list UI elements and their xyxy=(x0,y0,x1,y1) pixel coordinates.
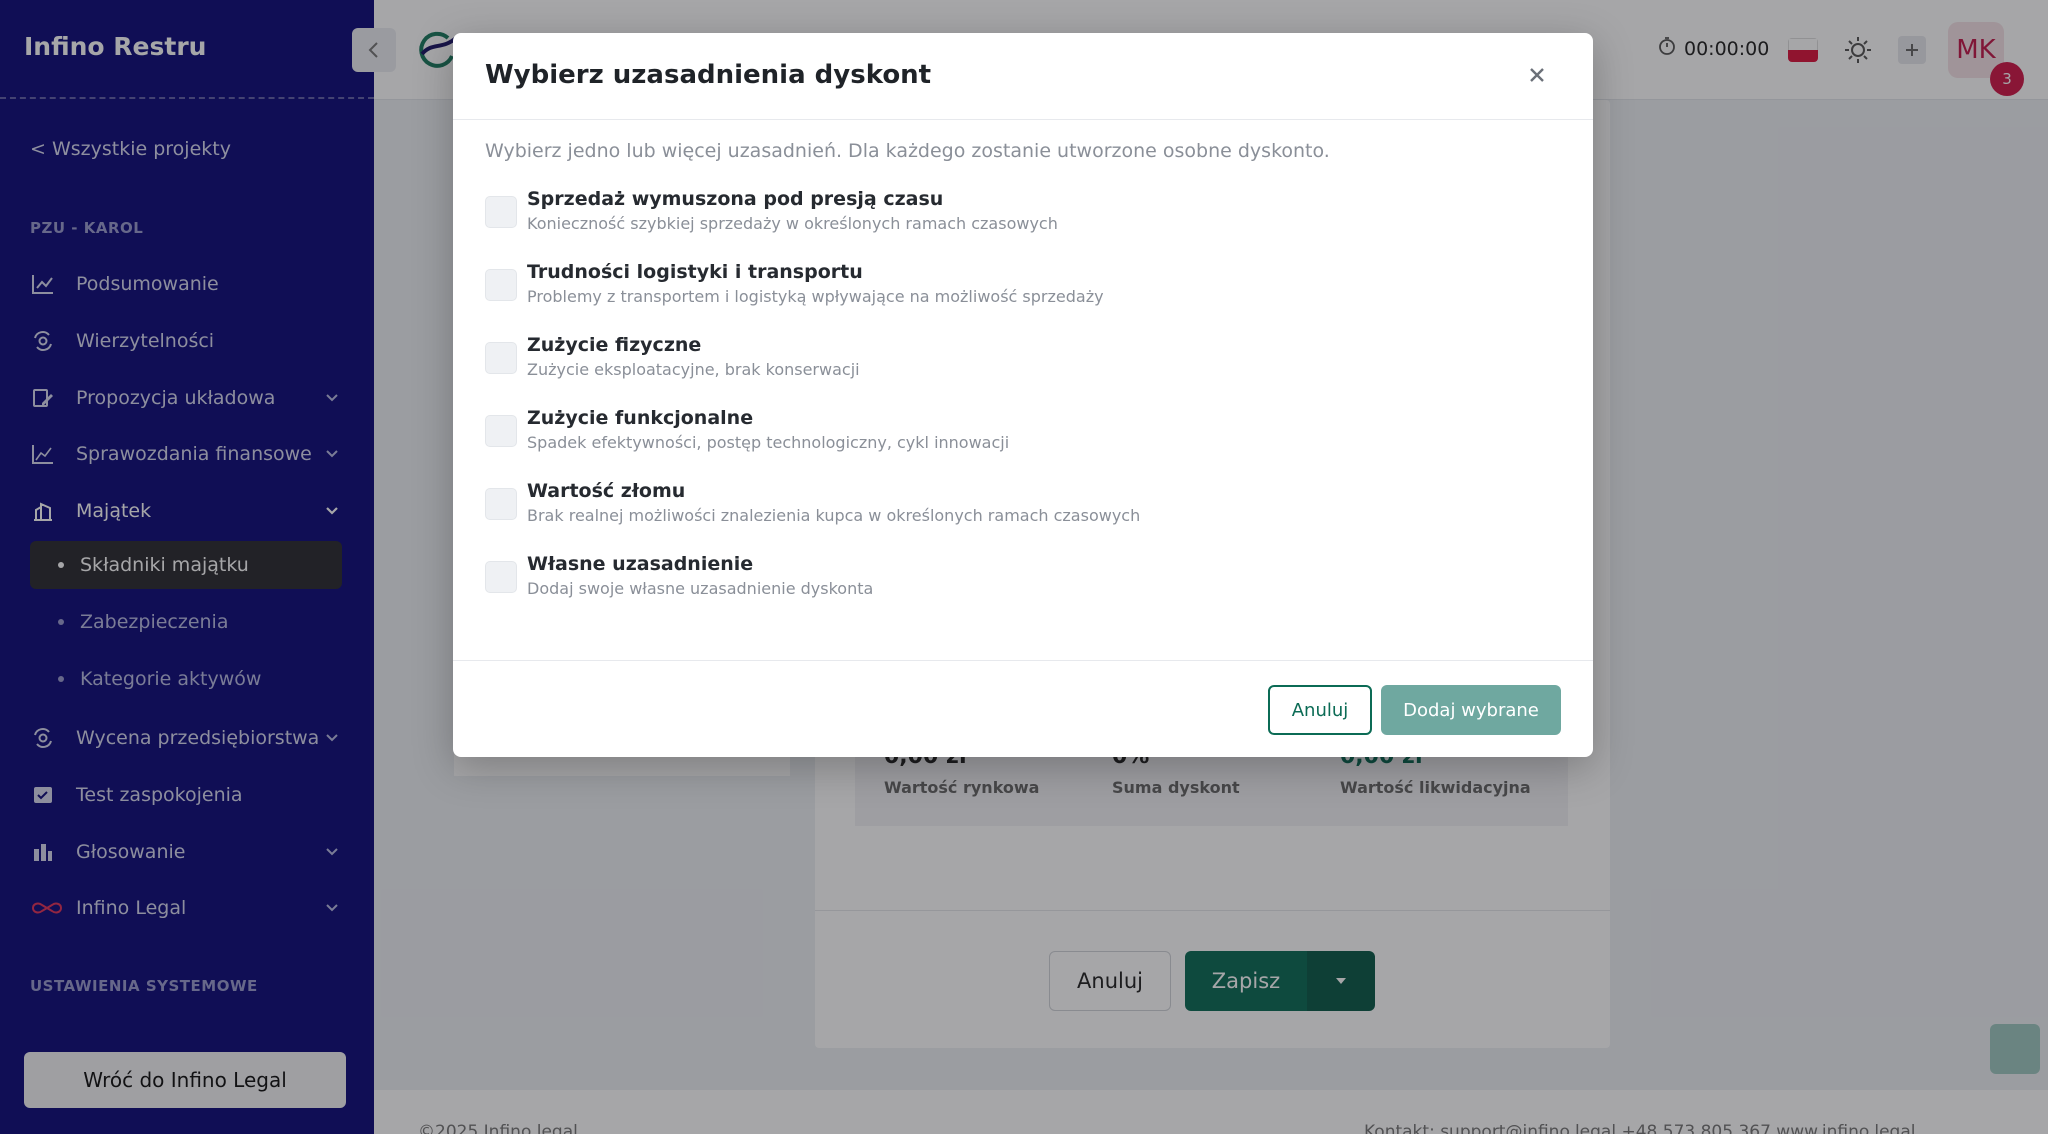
add-selected-button[interactable]: Dodaj wybrane xyxy=(1381,685,1561,735)
option-forced-sale[interactable]: Sprzedaż wymuszona pod presją czasu Koni… xyxy=(485,188,1555,256)
option-description: Brak realnej możliwości znalezienia kupc… xyxy=(527,506,1141,525)
option-description: Zużycie eksploatacyjne, brak konserwacji xyxy=(527,360,860,379)
option-title: Wartość złomu xyxy=(527,480,686,502)
option-custom-justification[interactable]: Własne uzasadnienie Dodaj swoje własne u… xyxy=(485,553,1555,621)
option-title: Trudności logistyki i transportu xyxy=(527,261,863,283)
close-icon xyxy=(1530,68,1544,82)
checkbox[interactable] xyxy=(485,342,517,374)
option-physical-wear[interactable]: Zużycie fizyczne Zużycie eksploatacyjne,… xyxy=(485,334,1555,402)
option-functional-wear[interactable]: Zużycie funkcjonalne Spadek efektywności… xyxy=(485,407,1555,475)
option-title: Zużycie funkcjonalne xyxy=(527,407,754,429)
option-title: Zużycie fizyczne xyxy=(527,334,702,356)
option-title: Sprzedaż wymuszona pod presją czasu xyxy=(527,188,944,210)
checkbox[interactable] xyxy=(485,196,517,228)
modal-footer-divider xyxy=(453,660,1593,661)
option-description: Dodaj swoje własne uzasadnienie dyskonta xyxy=(527,579,874,598)
close-button[interactable] xyxy=(1521,59,1553,91)
option-scrap-value[interactable]: Wartość złomu Brak realnej możliwości zn… xyxy=(485,480,1555,548)
modal-title: Wybierz uzasadnienia dyskont xyxy=(485,60,932,90)
checkbox[interactable] xyxy=(485,415,517,447)
checkbox[interactable] xyxy=(485,561,517,593)
option-logistics[interactable]: Trudności logistyki i transportu Problem… xyxy=(485,261,1555,329)
option-description: Konieczność szybkiej sprzedaży w określo… xyxy=(527,214,1058,233)
checkbox[interactable] xyxy=(485,488,517,520)
option-description: Problemy z transportem i logistyką wpływ… xyxy=(527,287,1104,306)
option-description: Spadek efektywności, postęp technologicz… xyxy=(527,433,1010,452)
modal-header: Wybierz uzasadnienia dyskont xyxy=(453,33,1593,120)
discount-justification-modal: Wybierz uzasadnienia dyskont Wybierz jed… xyxy=(453,33,1593,757)
modal-intro-text: Wybierz jedno lub więcej uzasadnień. Dla… xyxy=(485,140,1330,162)
option-title: Własne uzasadnienie xyxy=(527,553,754,575)
modal-cancel-button[interactable]: Anuluj xyxy=(1268,685,1372,735)
checkbox[interactable] xyxy=(485,269,517,301)
